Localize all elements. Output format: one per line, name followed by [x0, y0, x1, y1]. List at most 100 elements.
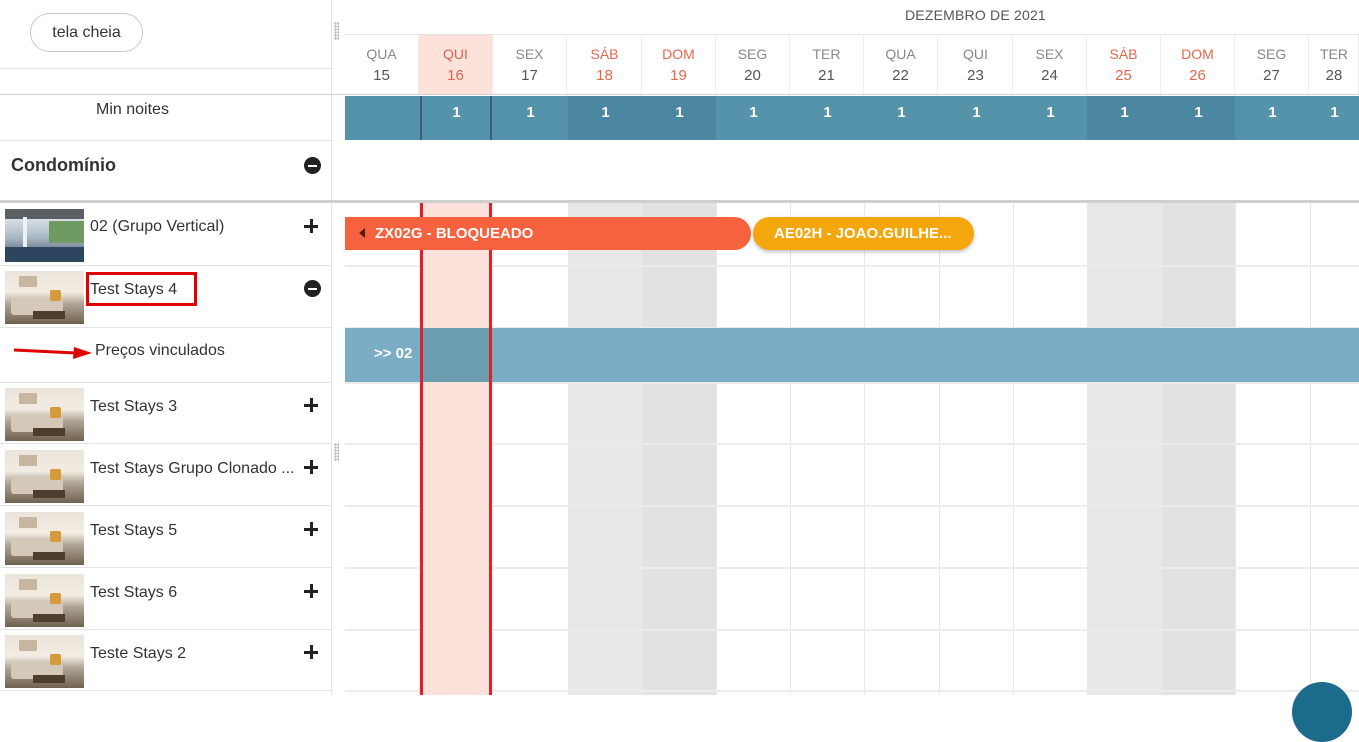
left-panel: tela cheia Min noites Condomínio 02 (Gru…	[0, 0, 332, 695]
minus-icon[interactable]	[304, 280, 321, 297]
min-nights-cell[interactable]: 1	[1087, 96, 1162, 140]
booking-reservation[interactable]: AE02H - JOAO.GUILHE...	[753, 217, 974, 250]
plus-icon[interactable]	[304, 460, 318, 474]
unit-name[interactable]: 02 (Grupo Vertical)	[90, 218, 224, 236]
day-number: 19	[670, 67, 687, 84]
unit-thumbnail	[5, 635, 84, 688]
min-nights-cell[interactable]: 1	[493, 96, 568, 140]
min-nights-cell[interactable]: 1	[716, 96, 791, 140]
group-title: Condomínio	[11, 155, 116, 175]
divider	[0, 629, 331, 630]
linked-band-label: >> 02	[374, 345, 413, 362]
divider	[0, 94, 331, 95]
row-divider	[345, 567, 1359, 569]
unit-name[interactable]: Test Stays 5	[90, 522, 177, 540]
unit-name[interactable]: Test Stays 6	[90, 584, 177, 602]
plus-icon[interactable]	[304, 584, 318, 598]
weekday-label: SEG	[1256, 46, 1287, 62]
min-nights-cell[interactable]: 1	[1161, 96, 1236, 140]
day-number: 22	[892, 67, 909, 84]
unit-name[interactable]: Test Stays Grupo Clonado ...	[90, 460, 295, 478]
day-header[interactable]: QUI 23	[939, 35, 1013, 94]
floating-action-button[interactable]	[1292, 682, 1352, 742]
unit-name[interactable]: Teste Stays 2	[90, 645, 186, 663]
divider	[0, 327, 331, 328]
today-column-border	[420, 203, 492, 695]
min-nights-cell[interactable]: 1	[1310, 96, 1359, 140]
weekday-label: TER	[812, 46, 841, 62]
min-nights-cell[interactable]: 1	[1235, 96, 1310, 140]
min-nights-cell[interactable]: 1	[864, 96, 939, 140]
day-header[interactable]: QUA 15	[345, 35, 419, 94]
grid-line	[1235, 203, 1236, 695]
fullscreen-button[interactable]: tela cheia	[30, 13, 143, 52]
day-header[interactable]: DOM 26	[1161, 35, 1235, 94]
min-nights-cell[interactable]: 1	[939, 96, 1014, 140]
day-number: 21	[818, 67, 835, 84]
weekday-label: QUA	[366, 46, 397, 62]
unit-thumbnail	[5, 512, 84, 565]
weekday-label: QUA	[885, 46, 916, 62]
day-number: 27	[1263, 67, 1280, 84]
day-header[interactable]: SÁB 18	[568, 35, 642, 94]
divider	[331, 94, 1359, 95]
plus-icon[interactable]	[304, 522, 318, 536]
day-header[interactable]: SEX 17	[493, 35, 567, 94]
divider	[0, 140, 331, 141]
plus-icon[interactable]	[304, 645, 318, 659]
grid-line	[864, 203, 865, 695]
resize-handle[interactable]	[334, 443, 339, 461]
day-number: 16	[447, 67, 464, 84]
plus-icon[interactable]	[304, 398, 318, 412]
plus-icon[interactable]	[304, 219, 318, 233]
weekday-label: SÁB	[1109, 46, 1138, 62]
min-nights-cell[interactable]: 1	[568, 96, 643, 140]
row-divider	[345, 690, 1359, 692]
weekend-column	[1161, 203, 1235, 695]
min-nights-cell[interactable]: 1	[790, 96, 865, 140]
day-number: 26	[1189, 67, 1206, 84]
weekend-column	[642, 203, 716, 695]
min-nights-cell[interactable]	[345, 96, 420, 140]
day-number: 25	[1115, 67, 1132, 84]
resize-handle[interactable]	[334, 22, 339, 40]
min-nights-cell[interactable]: 1	[419, 96, 494, 140]
weekday-label: SEG	[737, 46, 768, 62]
day-header[interactable]: SÁB 25	[1087, 35, 1161, 94]
divider	[0, 443, 331, 444]
grid-line	[642, 203, 643, 695]
day-header[interactable]: SEG 20	[716, 35, 790, 94]
row-divider	[345, 505, 1359, 507]
linked-prices-band[interactable]	[345, 328, 1359, 382]
row-divider	[345, 629, 1359, 631]
month-label: DEZEMBRO DE 2021	[905, 7, 1046, 23]
weekday-label: QUI	[443, 46, 468, 62]
min-nights-cell[interactable]: 1	[1013, 96, 1088, 140]
min-nights-cell[interactable]: 1	[642, 96, 717, 140]
collapse-group-icon[interactable]	[304, 157, 321, 174]
day-number: 17	[521, 67, 538, 84]
day-header[interactable]: TER 21	[790, 35, 864, 94]
grid-line	[1013, 203, 1014, 695]
weekend-column	[568, 203, 642, 695]
weekend-column	[1087, 203, 1161, 695]
day-header[interactable]: QUA 22	[864, 35, 938, 94]
weekday-label: TER	[1320, 46, 1348, 62]
grid-line	[568, 203, 569, 695]
day-header[interactable]: QUI 16	[419, 35, 493, 94]
day-header[interactable]: TER 28	[1310, 35, 1359, 94]
grid-line	[716, 203, 717, 695]
day-header[interactable]: SEG 27	[1235, 35, 1309, 94]
weekday-label: SÁB	[590, 46, 619, 62]
divider	[0, 690, 331, 691]
day-header[interactable]: DOM 19	[642, 35, 716, 94]
day-number: 18	[596, 67, 613, 84]
booking-blocked[interactable]: ZX02G - BLOQUEADO	[345, 217, 751, 250]
grid-line	[1161, 203, 1162, 695]
booking-label: ZX02G - BLOQUEADO	[375, 225, 534, 242]
unit-thumbnail	[5, 271, 84, 324]
today-marker-line	[490, 96, 492, 140]
day-header[interactable]: SEX 24	[1013, 35, 1087, 94]
booking-label: AE02H - JOAO.GUILHE...	[774, 225, 952, 242]
unit-name[interactable]: Test Stays 3	[90, 398, 177, 416]
